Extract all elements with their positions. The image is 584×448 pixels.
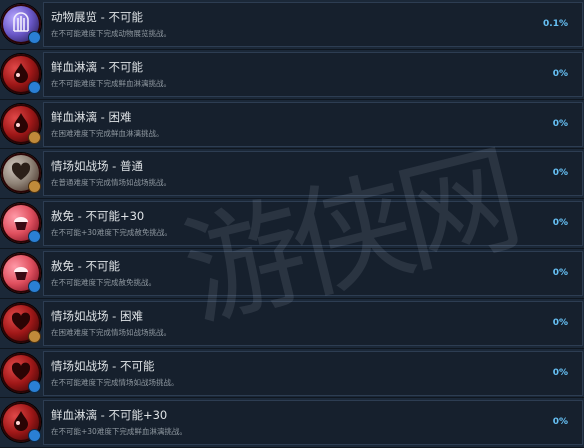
achievement-description: 在困难难度下完成鲜血淋漓挑战。: [51, 128, 164, 138]
achievement-percent: 0%: [552, 317, 568, 328]
achievement-title: 赦免 - 不可能+30: [51, 209, 145, 224]
achievement-title: 鲜血淋漓 - 不可能+30: [51, 408, 168, 423]
badge-icon: [28, 80, 41, 94]
badge-icon: [28, 180, 41, 194]
achievement-panel: 动物展览 - 不可能 在不可能难度下完成动物展览挑战。 0.1%: [43, 2, 583, 47]
badge-icon: [28, 379, 41, 393]
achievement-row[interactable]: 情场如战场 - 普通 在普通难度下完成情场如战场挑战。 0%: [0, 149, 584, 200]
achievement-row[interactable]: 动物展览 - 不可能 在不可能难度下完成动物展览挑战。 0.1%: [0, 0, 584, 50]
heart-icon: [1, 352, 41, 393]
achievement-title: 情场如战场 - 不可能: [51, 358, 155, 373]
achievement-description: 在不可能难度下完成动物展览挑战。: [51, 29, 171, 38]
achievement-row[interactable]: 鲜血淋漓 - 不可能 在不可能难度下完成鲜血淋漓挑战。 0%: [0, 50, 584, 100]
blood-icon: [1, 53, 41, 94]
achievement-title: 动物展览 - 不可能: [51, 10, 143, 24]
achievement-panel: 鲜血淋漓 - 不可能+30 在不可能+30难度下完成鲜血淋漓挑战。 0%: [43, 400, 583, 446]
achievement-description: 在不可能难度下完成情场如战场挑战。: [51, 377, 179, 387]
achievement-panel: 鲜血淋漓 - 不可能 在不可能难度下完成鲜血淋漓挑战。 0%: [43, 51, 583, 97]
achievement-percent: 0%: [552, 218, 568, 229]
achievement-title: 情场如战场 - 普通: [51, 159, 143, 174]
achievement-panel: 情场如战场 - 困难 在困难难度下完成情场如战场挑战。 0%: [43, 300, 583, 346]
achievement-row[interactable]: 鲜血淋漓 - 困难 在困难难度下完成鲜血淋漓挑战。 0%: [0, 100, 584, 150]
achievement-row[interactable]: 赦免 - 不可能+30 在不可能+30难度下完成赦免挑战。 0%: [0, 199, 584, 249]
badge-icon: [28, 429, 41, 443]
achievement-percent: 0%: [552, 68, 568, 79]
achievement-percent: 0.1%: [543, 19, 568, 29]
achievement-row[interactable]: 鲜血淋漓 - 不可能+30 在不可能+30难度下完成鲜血淋漓挑战。 0%: [0, 398, 584, 448]
badge-icon: [28, 130, 41, 144]
achievement-panel: 鲜血淋漓 - 困难 在困难难度下完成鲜血淋漓挑战。 0%: [43, 101, 583, 147]
achievement-percent: 0%: [552, 267, 568, 278]
achievement-description: 在不可能+30难度下完成赦免挑战。: [51, 228, 172, 238]
heart-icon: [1, 153, 41, 194]
achievement-panel: 赦免 - 不可能+30 在不可能+30难度下完成赦免挑战。 0%: [43, 201, 583, 247]
badge-icon: [28, 31, 41, 44]
cage-icon: [1, 4, 41, 44]
cupcake-icon: [1, 252, 41, 293]
achievement-percent: 0%: [552, 168, 568, 179]
achievement-percent: 0%: [552, 118, 568, 129]
badge-icon: [28, 230, 41, 244]
achievement-description: 在普通难度下完成情场如战场挑战。: [51, 178, 171, 188]
badge-icon: [28, 279, 41, 293]
achievement-description: 在困难难度下完成情场如战场挑战。: [51, 327, 171, 337]
achievement-description: 在不可能难度下完成赦免挑战。: [51, 277, 156, 287]
achievement-title: 鲜血淋漓 - 困难: [51, 109, 132, 124]
achievement-panel: 情场如战场 - 不可能 在不可能难度下完成情场如战场挑战。 0%: [43, 350, 583, 396]
achievement-row[interactable]: 赦免 - 不可能 在不可能难度下完成赦免挑战。 0%: [0, 249, 584, 299]
achievement-title: 鲜血淋漓 - 不可能: [51, 59, 143, 74]
achievement-title: 情场如战场 - 困难: [51, 308, 143, 323]
achievement-row[interactable]: 情场如战场 - 不可能 在不可能难度下完成情场如战场挑战。 0%: [0, 349, 584, 399]
achievement-percent: 0%: [552, 367, 568, 378]
achievement-description: 在不可能难度下完成鲜血淋漓挑战。: [51, 78, 171, 88]
cupcake-icon: [1, 203, 41, 244]
heart-icon: [1, 302, 41, 343]
achievement-title: 赦免 - 不可能: [51, 258, 120, 273]
achievement-percent: 0%: [552, 417, 568, 428]
badge-icon: [28, 329, 41, 343]
blood-icon: [1, 402, 41, 443]
achievement-description: 在不可能+30难度下完成鲜血淋漓挑战。: [51, 427, 187, 437]
blood-icon: [1, 103, 41, 144]
achievement-panel: 情场如战场 - 普通 在普通难度下完成情场如战场挑战。 0%: [43, 151, 583, 197]
achievement-list: 动物展览 - 不可能 在不可能难度下完成动物展览挑战。 0.1% 鲜血淋漓 - …: [0, 0, 584, 448]
achievement-row[interactable]: 情场如战场 - 困难 在困难难度下完成情场如战场挑战。 0%: [0, 299, 584, 349]
achievement-panel: 赦免 - 不可能 在不可能难度下完成赦免挑战。 0%: [43, 250, 583, 296]
